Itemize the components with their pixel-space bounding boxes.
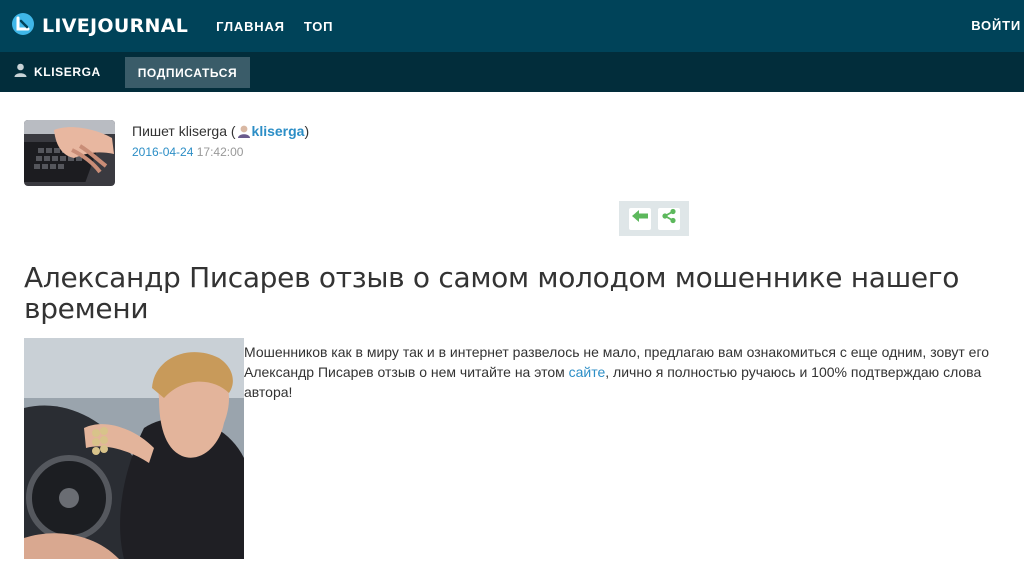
top-nav-bar: LIVEJOURNAL ГЛАВНАЯ ТОП ВОЙТИ — [0, 0, 1024, 52]
post-byline: Пишет kliserga ( kliserga) — [132, 123, 309, 141]
site-link[interactable]: сайте — [569, 364, 606, 380]
byline-prefix: Пишет kliserga ( — [132, 123, 236, 139]
post-photo — [24, 338, 244, 559]
post-title: Александр Писарев отзыв о самом молодом … — [24, 261, 960, 325]
login-link[interactable]: ВОЙТИ — [971, 18, 1021, 33]
entry-toolbar — [619, 201, 689, 236]
journal-username: KLISERGA — [34, 65, 101, 79]
journal-user[interactable]: KLISERGA — [14, 63, 101, 82]
post-time: 17:42:00 — [196, 145, 244, 159]
user-icon — [14, 63, 27, 82]
author-link[interactable]: kliserga — [252, 123, 305, 139]
livejournal-logo-icon — [11, 12, 35, 41]
share-button[interactable] — [657, 207, 680, 230]
previous-entry-button[interactable] — [628, 207, 651, 230]
livejournal-logo[interactable]: LIVEJOURNAL — [11, 0, 188, 52]
byline-suffix: ) — [304, 123, 310, 139]
logo-text: LIVEJOURNAL — [42, 15, 189, 37]
nav-top-link[interactable]: ТОП — [304, 19, 333, 34]
user-icon — [237, 124, 251, 141]
nav-home-link[interactable]: ГЛАВНАЯ — [216, 19, 285, 34]
share-icon — [661, 208, 677, 229]
arrow-left-icon — [631, 209, 648, 228]
subscribe-button[interactable]: ПОДПИСАТЬСЯ — [125, 57, 250, 88]
author-userpic[interactable] — [24, 120, 115, 186]
post-date-link[interactable]: 2016-04-24 — [132, 145, 193, 159]
post-dateline: 2016-04-24 17:42:00 — [132, 145, 243, 159]
journal-bar: KLISERGA ПОДПИСАТЬСЯ — [0, 52, 1024, 92]
post-body: Мошенников как в миру так и в интернет р… — [244, 342, 1016, 402]
